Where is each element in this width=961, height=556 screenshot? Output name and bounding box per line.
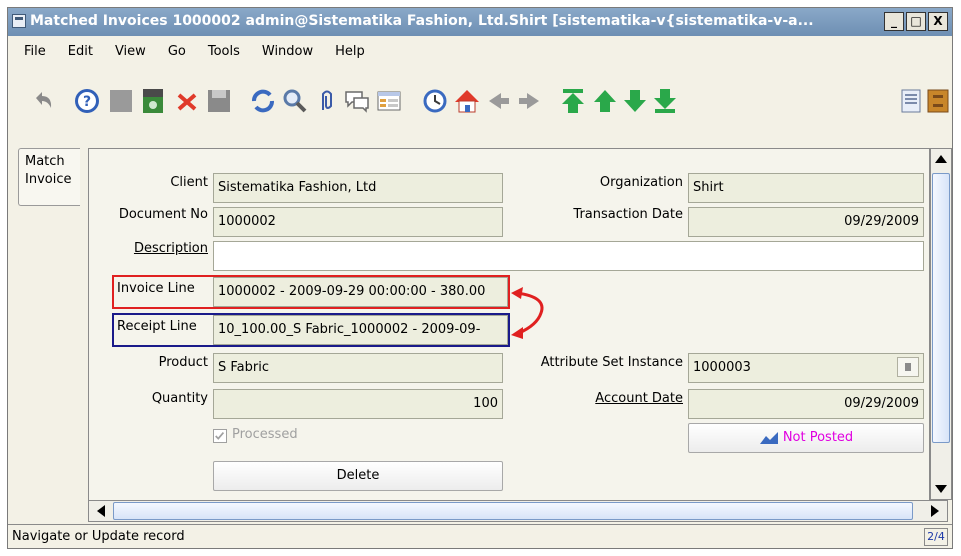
last-record-icon[interactable] <box>650 86 680 116</box>
tab-match-invoice[interactable]: Match Invoice <box>18 148 80 206</box>
scroll-right-icon[interactable] <box>927 501 943 521</box>
transaction-date-field[interactable]: 09/29/2009 <box>688 207 924 237</box>
attribute-set-instance-label: Attribute Set Instance <box>540 355 683 370</box>
record-panel: Client Sistematika Fashion, Ltd Organiza… <box>88 148 930 508</box>
report-icon[interactable] <box>896 86 926 116</box>
window-title: Matched Invoices 1000002 admin@Sistemati… <box>30 13 814 29</box>
menu-view[interactable]: View <box>115 44 146 59</box>
receipt-line-field[interactable]: 10_100.00_S Fabric_1000002 - 2009-09- <box>213 315 508 345</box>
menu-window[interactable]: Window <box>262 44 313 59</box>
invoice-line-field[interactable]: 1000002 - 2009-09-29 00:00:00 - 380.00 <box>213 277 508 307</box>
scroll-up-icon[interactable] <box>931 151 951 167</box>
attribute-set-instance-field[interactable]: 1000003 <box>688 353 924 383</box>
description-field[interactable] <box>213 241 924 271</box>
quantity-label: Quantity <box>151 391 208 406</box>
check-icon <box>215 432 225 440</box>
grid-toggle-icon[interactable] <box>374 86 404 116</box>
tab-label-line1: Match <box>25 154 65 169</box>
undo-icon[interactable] <box>28 86 58 116</box>
account-date-field[interactable]: 09/29/2009 <box>688 389 924 419</box>
refresh-icon[interactable] <box>248 86 278 116</box>
invoice-line-label: Invoice Line <box>117 281 195 296</box>
new-record-icon[interactable] <box>106 86 136 116</box>
history-icon[interactable] <box>420 86 450 116</box>
title-bar[interactable]: Matched Invoices 1000002 admin@Sistemati… <box>8 8 952 36</box>
menu-tools[interactable]: Tools <box>208 44 240 59</box>
menu-help[interactable]: Help <box>335 44 365 59</box>
horizontal-scroll-thumb[interactable] <box>113 502 913 520</box>
maximize-button[interactable]: □ <box>906 12 926 31</box>
scroll-down-icon[interactable] <box>931 481 951 497</box>
vertical-scrollbar[interactable] <box>930 148 952 500</box>
product-field[interactable]: S Fabric <box>213 353 503 383</box>
attribute-set-instance-button[interactable] <box>897 357 919 377</box>
vertical-scroll-thumb[interactable] <box>932 173 950 443</box>
chart-icon <box>759 431 778 444</box>
help-icon[interactable]: ? <box>72 86 102 116</box>
minimize-button[interactable]: _ <box>884 12 904 31</box>
account-date-label: Account Date <box>595 391 683 406</box>
attachment-icon[interactable] <box>312 86 342 116</box>
delete-icon[interactable] <box>172 86 202 116</box>
link-arrows-icon <box>511 287 544 339</box>
processed-checkbox[interactable] <box>213 429 227 443</box>
tab-label-line2: Invoice <box>25 172 72 187</box>
record-count[interactable]: 2/4 <box>924 528 948 546</box>
application-window: Matched Invoices 1000002 admin@Sistemati… <box>7 7 953 549</box>
transaction-date-label: Transaction Date <box>573 207 683 222</box>
close-button[interactable]: X <box>928 12 948 31</box>
previous-record-icon[interactable] <box>590 86 620 116</box>
account-date-label-text: Account Date <box>595 391 683 406</box>
document-no-field[interactable]: 1000002 <box>213 207 503 237</box>
forward-icon[interactable] <box>514 86 544 116</box>
product-label: Product <box>158 355 208 370</box>
chat-icon[interactable] <box>342 86 372 116</box>
document-no-label: Document No <box>118 207 208 222</box>
save-icon[interactable] <box>204 86 234 116</box>
copy-record-icon[interactable] <box>138 86 168 116</box>
delete-button[interactable]: Delete <box>213 461 503 491</box>
processed-label: Processed <box>232 427 298 442</box>
menu-go[interactable]: Go <box>168 44 186 59</box>
back-icon[interactable] <box>484 86 514 116</box>
posted-button[interactable]: Not Posted <box>688 423 924 453</box>
client-field[interactable]: Sistematika Fashion, Ltd <box>213 173 503 203</box>
find-icon[interactable] <box>280 86 310 116</box>
posted-button-label: Not Posted <box>782 430 854 445</box>
receipt-line-label: Receipt Line <box>117 319 197 334</box>
archive-icon[interactable] <box>926 86 950 116</box>
menu-edit[interactable]: Edit <box>68 44 93 59</box>
status-message: Navigate or Update record <box>12 529 185 544</box>
client-label: Client <box>170 175 208 190</box>
organization-label: Organization <box>599 175 683 190</box>
first-record-icon[interactable] <box>558 86 588 116</box>
menu-file[interactable]: File <box>24 44 46 59</box>
horizontal-scrollbar[interactable] <box>88 500 948 522</box>
scroll-left-icon[interactable] <box>93 501 109 521</box>
status-bar: Navigate or Update record 2/4 <box>8 524 952 549</box>
home-icon[interactable] <box>452 86 482 116</box>
svg-text:?: ? <box>83 94 91 110</box>
tab-strip: Match Invoice <box>14 148 84 208</box>
description-label: Description <box>133 241 208 256</box>
next-record-icon[interactable] <box>620 86 650 116</box>
app-icon <box>12 14 26 28</box>
quantity-field[interactable]: 100 <box>213 389 503 419</box>
toolbar: ? <box>8 66 952 136</box>
attribute-set-instance-icon <box>905 363 911 371</box>
organization-field[interactable]: Shirt <box>688 173 924 203</box>
menu-bar: File Edit View Go Tools Window Help <box>8 36 952 66</box>
